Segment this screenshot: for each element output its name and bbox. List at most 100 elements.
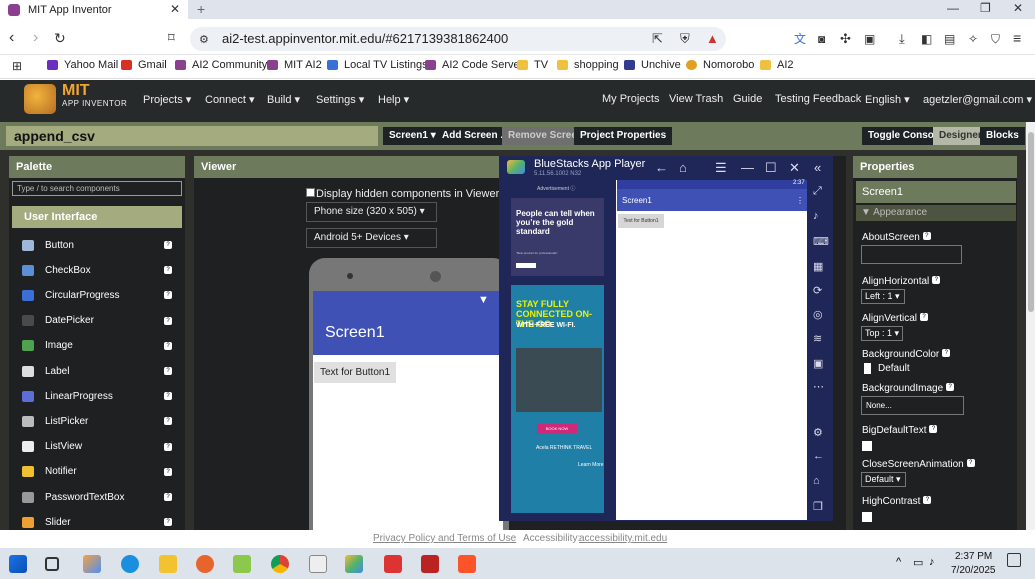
privacy-link[interactable]: Privacy Policy and Terms of Use [373, 533, 516, 544]
ad2-book-button[interactable]: BOOK NOW [537, 424, 577, 434]
bs-close-icon[interactable]: ✕ [789, 160, 800, 176]
sidebar-icon[interactable]: ◧ [921, 31, 932, 47]
app-inventor-logo-icon[interactable] [24, 84, 56, 114]
scrollbar-thumb[interactable] [1028, 132, 1034, 312]
bookmark-local-tv[interactable]: Local TV Listings [327, 59, 428, 71]
viewer-button1[interactable]: Text for Button1 [314, 362, 396, 383]
notification-icon[interactable] [1007, 553, 1021, 567]
bs-recents-icon[interactable]: ❐ [813, 500, 823, 513]
appearance-section[interactable]: ▼ Appearance [856, 205, 1016, 221]
help-icon[interactable]: ? [164, 518, 172, 527]
bs-shake-icon[interactable]: ≋ [813, 332, 822, 345]
bs-location-icon[interactable]: ◎ [813, 308, 823, 321]
brave-shield-icon[interactable]: ⛨ [680, 31, 690, 47]
tray-chevron-icon[interactable]: ^ [896, 556, 901, 568]
reload-icon[interactable]: ↻ [54, 30, 66, 46]
new-tab-button[interactable]: + [197, 1, 205, 17]
menu-build[interactable]: Build ▾ [267, 93, 300, 106]
bookmark-unchive[interactable]: Unchive [624, 59, 681, 71]
bs-android-home-icon[interactable]: ⌂ [813, 475, 820, 487]
palette-item-button[interactable]: Button? [22, 237, 172, 253]
share-icon[interactable]: ⇱ [652, 31, 663, 47]
copilot-icon[interactable] [83, 555, 101, 573]
chrome-icon[interactable] [271, 555, 289, 573]
taskbar-app2-icon[interactable] [421, 555, 439, 573]
menu-icon[interactable]: ≡ [1013, 30, 1021, 46]
language-select[interactable]: English ▾ [865, 93, 910, 106]
windows-start-icon[interactable] [9, 555, 27, 573]
bs-menu-icon[interactable]: ☰ [715, 160, 727, 176]
palette-section-user-interface[interactable]: User Interface [12, 206, 182, 228]
help-icon[interactable]: ? [164, 241, 172, 249]
bs-home-icon[interactable]: ⌂ [679, 160, 687, 175]
link-view-trash[interactable]: View Trash [669, 93, 723, 105]
palette-item-image[interactable]: Image? [22, 338, 172, 354]
bookmark-yahoo-mail[interactable]: Yahoo Mail [47, 59, 118, 71]
bs-collapse-icon[interactable]: « [814, 160, 821, 175]
menu-settings[interactable]: Settings ▾ [316, 93, 364, 106]
bs-maximize-icon[interactable]: ☐ [765, 160, 777, 176]
forward-icon[interactable]: › [33, 30, 38, 46]
app-icon[interactable] [233, 555, 251, 573]
big-default-text-checkbox[interactable] [862, 441, 872, 451]
puzzle-icon[interactable]: ✣ [840, 31, 851, 47]
help-icon[interactable]: ? [164, 367, 172, 375]
help-icon[interactable]: ? [164, 266, 172, 275]
high-contrast-checkbox[interactable] [862, 512, 872, 522]
url-text[interactable]: ai2-test.appinventor.mit.edu/#6217139381… [222, 31, 508, 46]
screenshot-icon[interactable]: ▣ [864, 31, 875, 47]
palette-search-input[interactable]: Type / to search components [12, 181, 182, 196]
leo-icon[interactable]: ✧ [968, 31, 978, 47]
bs-apk-icon[interactable]: ▦ [813, 260, 823, 273]
menu-connect[interactable]: Connect ▾ [205, 93, 255, 106]
bs-screenshot-icon[interactable]: ▣ [813, 357, 823, 370]
link-testing-feedback[interactable]: Testing Feedback [775, 93, 861, 105]
help-icon[interactable]: ? [164, 417, 172, 426]
link-guide[interactable]: Guide [733, 93, 762, 105]
network-icon[interactable]: ▭ [913, 556, 923, 569]
bs-settings-icon[interactable]: ⚙ [813, 426, 823, 439]
extension-icon[interactable]: ◙ [818, 31, 825, 47]
accessibility-link[interactable]: accessibility.mit.edu [579, 533, 667, 544]
background-image-input[interactable]: None... [861, 396, 964, 415]
about-screen-input[interactable] [861, 245, 962, 264]
browser-tab[interactable]: MIT App Inventor ✕ [0, 0, 188, 19]
link-my-projects[interactable]: My Projects [602, 93, 659, 105]
align-horizontal-select[interactable]: Left : 1 ▾ [861, 289, 905, 304]
help-icon[interactable]: ? [164, 341, 172, 350]
palette-item-datepicker[interactable]: DatePicker? [22, 313, 172, 329]
brave-rewards-icon[interactable]: ▲ [706, 31, 719, 47]
bookmark-shopping-folder[interactable]: shopping [557, 59, 619, 71]
logo-subtitle[interactable]: APP INVENTOR [62, 99, 127, 108]
palette-item-listpicker[interactable]: ListPicker? [22, 413, 172, 429]
translate-icon[interactable]: 文 [794, 31, 806, 47]
vpn-icon[interactable]: ⛉ [991, 31, 1000, 47]
back-icon[interactable]: ‹ [9, 30, 14, 46]
phone-size-select[interactable]: Phone size (320 x 505) ▾ [306, 202, 437, 222]
restore-icon[interactable]: ❐ [980, 1, 991, 15]
window-close-icon[interactable]: ✕ [1013, 1, 1023, 15]
bs-more-icon[interactable]: ⋯ [813, 380, 824, 393]
menu-help[interactable]: Help ▾ [378, 93, 409, 106]
palette-item-slider[interactable]: Slider? [22, 514, 172, 530]
remote-icon[interactable] [309, 555, 327, 573]
help-icon[interactable]: ? [164, 442, 172, 451]
logo-title[interactable]: MIT [62, 82, 90, 100]
download-icon[interactable]: ⤓ [899, 31, 905, 47]
bookmark-ai2-community[interactable]: AI2 Community [175, 59, 267, 71]
bs-minimize-icon[interactable]: — [741, 160, 754, 175]
bookmark-ai2-code-server[interactable]: AI2 Code Server [425, 59, 523, 71]
file-explorer-icon[interactable] [159, 555, 177, 573]
project-properties-button[interactable]: Project Properties [574, 127, 673, 145]
taskbar-date[interactable]: 7/20/2025 [951, 565, 996, 576]
taskbar-time[interactable]: 2:37 PM [955, 551, 992, 562]
palette-item-notifier[interactable]: Notifier? [22, 464, 172, 480]
bookmark-mit-ai2[interactable]: MIT AI2 [267, 59, 322, 71]
bookmark-tv-folder[interactable]: TV [517, 59, 548, 71]
close-tab-icon[interactable]: ✕ [170, 2, 180, 16]
edge-icon[interactable] [121, 555, 139, 573]
apps-grid-icon[interactable]: ⊞ [12, 58, 22, 74]
bs-keymap-icon[interactable]: ⌨ [813, 235, 829, 248]
help-icon[interactable]: ? [164, 392, 172, 401]
device-select[interactable]: Android 5+ Devices ▾ [306, 228, 437, 248]
